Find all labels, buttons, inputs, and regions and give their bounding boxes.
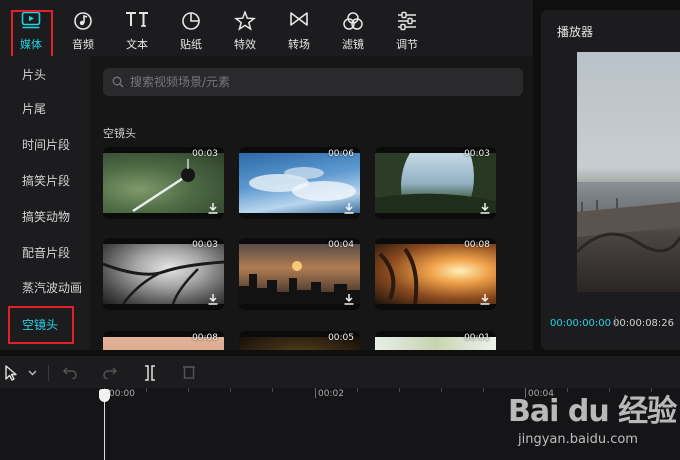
- tab-filter-label: 滤镜: [342, 38, 364, 51]
- tab-media-label: 媒体: [20, 38, 42, 51]
- watermark-brand: Bai du 经验: [508, 394, 677, 429]
- filter-circles-icon: [343, 12, 363, 30]
- current-time: 00:00:00:00: [550, 318, 612, 329]
- clip-duration: 00:05: [328, 333, 354, 343]
- section-title: 空镜头: [103, 127, 136, 140]
- ruler-tick: [441, 388, 442, 392]
- clip-duration: 00:03: [192, 240, 218, 250]
- download-icon[interactable]: [207, 293, 219, 305]
- tab-text[interactable]: 文本: [112, 0, 162, 56]
- clip-thumbnail[interactable]: 00:08: [103, 331, 224, 350]
- player-title: 播放器: [557, 25, 594, 39]
- tab-media[interactable]: 媒体: [6, 0, 56, 56]
- sidebar-item-funny-clips[interactable]: 搞笑片段: [22, 172, 70, 189]
- sidebar-item-ending[interactable]: 片尾: [22, 100, 46, 117]
- sidebar-item-time-clips[interactable]: 时间片段: [22, 136, 70, 153]
- ruler-tick: [188, 388, 189, 392]
- clip-thumbnail[interactable]: 00:05: [239, 331, 360, 350]
- download-icon[interactable]: [479, 293, 491, 305]
- clip-duration: 00:08: [464, 240, 490, 250]
- clip-thumbnail[interactable]: 00:03: [103, 238, 224, 310]
- clip-preview-art: [103, 260, 224, 304]
- download-icon[interactable]: [343, 293, 355, 305]
- player-panel: 播放器 00:00:00:00 00:00:08:26: [541, 10, 680, 350]
- tab-sticker-label: 贴纸: [180, 38, 202, 51]
- download-icon[interactable]: [343, 202, 355, 214]
- music-note-icon: [74, 12, 92, 30]
- search-icon: [112, 76, 124, 88]
- tab-text-label: 文本: [126, 38, 148, 51]
- ruler-tick: [399, 388, 400, 392]
- tab-transition[interactable]: 转场: [274, 0, 324, 56]
- watermark-url: jingyan.baidu.com: [518, 432, 638, 447]
- search-bar: [103, 68, 523, 96]
- clip-preview-art: [132, 159, 195, 213]
- sparkle-star-icon: [234, 11, 256, 31]
- tab-audio-label: 音频: [72, 38, 94, 51]
- download-icon[interactable]: [207, 202, 219, 214]
- ruler-tick: [272, 388, 273, 392]
- ruler-label: 00:02: [318, 389, 344, 399]
- toolbar-divider: [48, 365, 49, 381]
- sidebar-item-vaporwave[interactable]: 蒸汽波动画: [22, 279, 82, 296]
- ruler-tick: [146, 388, 147, 392]
- clip-duration: 00:04: [328, 240, 354, 250]
- tab-transition-label: 转场: [288, 38, 310, 51]
- clip-duration: 00:06: [328, 149, 354, 159]
- cursor-select-icon[interactable]: [4, 365, 18, 381]
- sidebar-item-opening[interactable]: 片头: [22, 66, 46, 83]
- ruler-tick: [230, 388, 231, 392]
- sidebar-item-dubbing-clips[interactable]: 配音片段: [22, 244, 70, 261]
- ruler-tick: [483, 388, 484, 392]
- clip-thumbnail[interactable]: 00:01: [375, 331, 496, 350]
- sidebar-item-empty-shots[interactable]: 空镜头: [22, 316, 58, 333]
- clip-thumbnail[interactable]: 00:03: [103, 147, 224, 219]
- tab-effects[interactable]: 特效: [220, 0, 270, 56]
- clip-preview-art: [239, 261, 360, 304]
- sticker-icon: [182, 12, 200, 30]
- clip-duration: 00:03: [464, 149, 490, 159]
- time-separator: [615, 316, 616, 327]
- clip-duration: 00:01: [464, 333, 490, 343]
- asset-toolbar: 媒体 音频 文本 贴纸 特效 转场 滤镜 调节: [0, 0, 533, 56]
- delete-icon[interactable]: [183, 365, 195, 379]
- tab-audio[interactable]: 音频: [58, 0, 108, 56]
- clip-preview-art: [249, 167, 356, 201]
- chevron-down-icon[interactable]: [28, 370, 37, 376]
- search-input[interactable]: [130, 68, 510, 96]
- split-icon[interactable]: [143, 365, 157, 381]
- clip-thumbnail[interactable]: 00:03: [375, 147, 496, 219]
- clip-browser: 空镜头 00:03 00:06 00:03 00:03 00:04 00:08: [90, 56, 533, 350]
- clip-thumbnail[interactable]: 00:04: [239, 238, 360, 310]
- tab-effects-label: 特效: [234, 38, 256, 51]
- total-time: 00:00:08:26: [613, 318, 675, 329]
- playhead-handle[interactable]: [99, 389, 110, 402]
- watermark: Bai du 经验 jingyan.baidu.com: [496, 376, 680, 456]
- tab-sticker[interactable]: 贴纸: [166, 0, 216, 56]
- clip-thumbnail[interactable]: 00:06: [239, 147, 360, 219]
- tab-filter[interactable]: 滤镜: [328, 0, 378, 56]
- tab-adjust-label: 调节: [396, 38, 418, 51]
- video-preview[interactable]: [575, 52, 680, 292]
- sliders-icon: [398, 11, 416, 31]
- clip-preview-art: [378, 247, 419, 304]
- clip-preview-art: [375, 153, 496, 213]
- play-square-icon: [21, 11, 41, 29]
- download-icon[interactable]: [479, 202, 491, 214]
- ruler-label: 00:00: [109, 389, 135, 399]
- clip-duration: 00:08: [192, 333, 218, 343]
- bowtie-transition-icon: [290, 12, 308, 26]
- category-sidebar: 片头 片尾 时间片段 搞笑片段 搞笑动物 配音片段 蒸汽波动画 空镜头: [0, 56, 90, 350]
- clip-duration: 00:03: [192, 149, 218, 159]
- undo-icon[interactable]: [63, 365, 77, 379]
- video-frame-art: [575, 182, 680, 254]
- sidebar-item-funny-animals[interactable]: 搞笑动物: [22, 208, 70, 225]
- text-icon: [126, 12, 148, 27]
- ruler-tick: [357, 388, 358, 392]
- ruler-tick: [315, 388, 316, 398]
- clip-thumbnail[interactable]: 00:08: [375, 238, 496, 310]
- redo-icon[interactable]: [103, 365, 117, 379]
- tab-adjust[interactable]: 调节: [382, 0, 432, 56]
